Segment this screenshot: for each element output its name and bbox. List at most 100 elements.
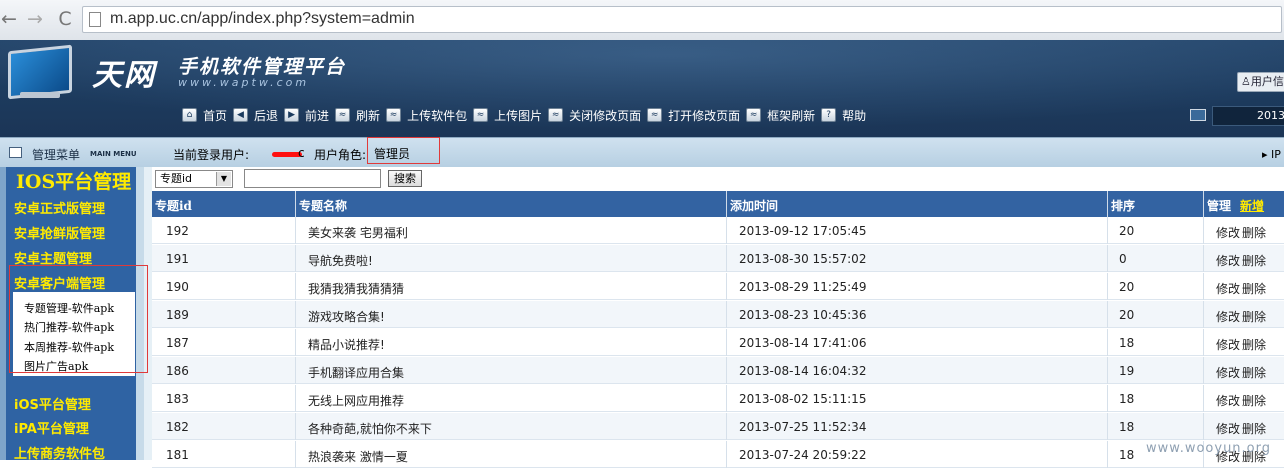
toolbar-upload-package[interactable]: ≈ 上传软件包: [386, 107, 467, 124]
main-toolbar: ⌂ 首页 ◀ 后退 ▶ 前进 ≈ 刷新 ≈ 上传软件包 ≈ 上传图片 ≈ 关闭修改页面 ≈ 打开…: [182, 106, 872, 124]
col-divider: [1107, 245, 1108, 272]
col-divider: [726, 245, 727, 272]
cell-id: 186: [166, 364, 189, 378]
cell-name: 热浪袭来 激情一夏: [308, 450, 408, 464]
toolbar-open-edit[interactable]: ≈ 打开修改页面: [647, 107, 740, 124]
cell-time: 2013-08-30 15:57:02: [739, 252, 867, 266]
toolbar-upload-image[interactable]: ≈ 上传图片: [473, 107, 542, 124]
col-divider: [295, 413, 296, 440]
sidebar-heading[interactable]: IOS平台管理: [16, 167, 131, 194]
user-info-label: 用户信: [1250, 75, 1284, 88]
ip-text: IP: [1271, 148, 1281, 161]
col-divider: [295, 385, 296, 412]
add-link[interactable]: 新增: [1240, 199, 1264, 213]
toolbar-label: 刷新: [356, 108, 381, 123]
search-input[interactable]: [244, 169, 381, 188]
back-icon: ◀: [233, 108, 249, 122]
table-row: 191 导航免费啦! 2013-08-30 15:57:02 0 修改 删除: [152, 245, 1284, 272]
sidebar-item-ios[interactable]: iOS平台管理: [14, 394, 91, 413]
toolbar-refresh[interactable]: ≈ 刷新: [335, 107, 380, 124]
edit-link[interactable]: 修改: [1216, 336, 1240, 353]
cell-name: 游戏攻略合集!: [308, 310, 385, 324]
delete-link[interactable]: 删除: [1242, 252, 1266, 269]
cell-time: 2013-08-02 15:11:15: [739, 392, 867, 406]
delete-link[interactable]: 删除: [1242, 280, 1266, 297]
cell-id: 192: [166, 224, 189, 238]
cell-id: 191: [166, 252, 189, 266]
toolbar-frame-refresh[interactable]: ≈ 框架刷新: [746, 107, 815, 124]
toolbar-help[interactable]: ? 帮助: [821, 107, 866, 124]
ip-label: ▸ IP: [1262, 148, 1281, 161]
home-icon: ⌂: [182, 108, 197, 122]
col-divider: [1107, 413, 1108, 440]
toolbar-close-edit[interactable]: ≈ 关闭修改页面: [548, 107, 641, 124]
forward-arrow-icon[interactable]: →: [24, 8, 46, 30]
cell-sort: 20: [1119, 280, 1135, 294]
edit-link[interactable]: 修改: [1216, 308, 1240, 325]
forward-icon: ▶: [284, 108, 300, 122]
col-divider: [1107, 441, 1108, 468]
col-name: 专题名称: [299, 199, 348, 213]
cell-id: 190: [166, 280, 189, 294]
edit-link[interactable]: 修改: [1216, 364, 1240, 381]
delete-link[interactable]: 删除: [1242, 364, 1266, 381]
site-domain: www.waptw.com: [178, 76, 310, 89]
cell-time: 2013-09-12 17:05:45: [739, 224, 867, 238]
col-divider: [1203, 301, 1204, 328]
url-text: m.app.uc.cn/app/index.php?system=admin: [110, 10, 415, 27]
sidebar-item-ipa[interactable]: iPA平台管理: [14, 418, 89, 437]
col-divider: [1107, 191, 1108, 217]
cell-name: 各种奇葩,就怕你不来下: [308, 422, 432, 436]
col-divider: [1107, 357, 1108, 384]
search-button[interactable]: 搜索: [388, 170, 422, 187]
delete-link[interactable]: 删除: [1242, 224, 1266, 241]
toolbar-forward[interactable]: ▶ 前进: [284, 107, 329, 124]
toolbar-label: 首页: [203, 108, 228, 123]
sidebar-item-upload-business[interactable]: 上传商务软件包: [14, 443, 105, 462]
reload-icon[interactable]: C: [54, 8, 76, 30]
cell-name: 精品小说推荐!: [308, 338, 385, 352]
role-value: 管理员: [367, 137, 440, 164]
edit-link[interactable]: 修改: [1216, 252, 1240, 269]
delete-link[interactable]: 删除: [1242, 336, 1266, 353]
col-manage-label: 管理: [1207, 199, 1232, 213]
frame-refresh-icon: ≈: [746, 108, 762, 122]
table-row: 182 各种奇葩,就怕你不来下 2013-07-25 11:52:34 18 修改 删除: [152, 413, 1284, 440]
col-divider: [726, 329, 727, 356]
col-divider: [1203, 245, 1204, 272]
toolbar-home[interactable]: ⌂ 首页: [182, 107, 227, 124]
back-arrow-icon[interactable]: ←: [0, 8, 20, 30]
sidebar-item-android-release[interactable]: 安卓正式版管理: [14, 198, 105, 217]
col-divider: [295, 301, 296, 328]
cell-name: 手机翻译应用合集: [308, 366, 405, 380]
edit-link[interactable]: 修改: [1216, 280, 1240, 297]
help-icon: ?: [821, 108, 837, 122]
table-row: 183 无线上网应用推荐 2013-08-02 15:11:15 18 修改 删除: [152, 385, 1284, 412]
cell-name: 无线上网应用推荐: [308, 394, 405, 408]
select-value: 专题id: [160, 172, 193, 185]
col-divider: [295, 357, 296, 384]
cell-id: 183: [166, 392, 189, 406]
col-divider: [726, 273, 727, 300]
delete-link[interactable]: 删除: [1242, 392, 1266, 409]
cell-name: 美女来袭 宅男福利: [308, 226, 408, 240]
edit-link[interactable]: 修改: [1216, 420, 1240, 437]
col-divider: [1203, 385, 1204, 412]
upload-icon: ≈: [386, 108, 402, 122]
search-field-select[interactable]: 专题id ▼: [155, 170, 233, 188]
login-user-label: 当前登录用户:: [173, 148, 250, 162]
delete-link[interactable]: 删除: [1242, 308, 1266, 325]
address-bar[interactable]: m.app.uc.cn/app/index.php?system=admin: [82, 6, 1282, 33]
role-label: 用户角色:: [314, 148, 367, 162]
toolbar-label: 关闭修改页面: [569, 108, 642, 123]
edit-link[interactable]: 修改: [1216, 392, 1240, 409]
cell-sort: 18: [1119, 420, 1135, 434]
edit-link[interactable]: 修改: [1216, 224, 1240, 241]
delete-link[interactable]: 删除: [1242, 420, 1266, 437]
toolbar-back[interactable]: ◀ 后退: [233, 107, 278, 124]
menu-panel-icon[interactable]: [9, 147, 22, 158]
user-info-button[interactable]: ♙用户信: [1237, 72, 1284, 92]
sidebar-item-android-beta[interactable]: 安卓抢鲜版管理: [14, 223, 105, 242]
col-divider: [1203, 273, 1204, 300]
user-icon: ♙: [1241, 75, 1251, 88]
